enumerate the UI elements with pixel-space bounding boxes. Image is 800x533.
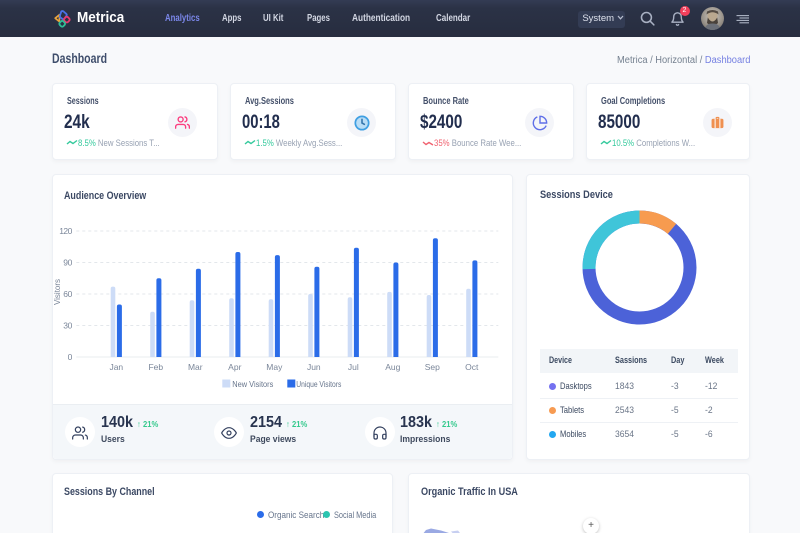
svg-text:0: 0 bbox=[67, 352, 72, 362]
svg-text:60: 60 bbox=[63, 289, 72, 299]
svg-text:90: 90 bbox=[63, 258, 72, 268]
svg-text:New Visitors: New Visitors bbox=[232, 379, 273, 389]
svg-text:Aug: Aug bbox=[385, 362, 400, 372]
svg-text:Feb: Feb bbox=[148, 362, 163, 372]
svg-text:Visitors: Visitors bbox=[53, 279, 62, 305]
svg-text:30: 30 bbox=[63, 321, 72, 331]
svg-text:Sep: Sep bbox=[424, 362, 439, 372]
svg-text:Oct: Oct bbox=[465, 362, 479, 372]
svg-text:Apr: Apr bbox=[228, 362, 241, 372]
svg-text:May: May bbox=[266, 362, 283, 372]
svg-text:120: 120 bbox=[59, 226, 72, 236]
svg-text:Jan: Jan bbox=[109, 362, 123, 372]
svg-text:Unique Visitors: Unique Visitors bbox=[296, 379, 341, 389]
svg-text:Jul: Jul bbox=[348, 362, 359, 372]
svg-text:Jun: Jun bbox=[307, 362, 321, 372]
svg-text:Mar: Mar bbox=[188, 362, 203, 372]
